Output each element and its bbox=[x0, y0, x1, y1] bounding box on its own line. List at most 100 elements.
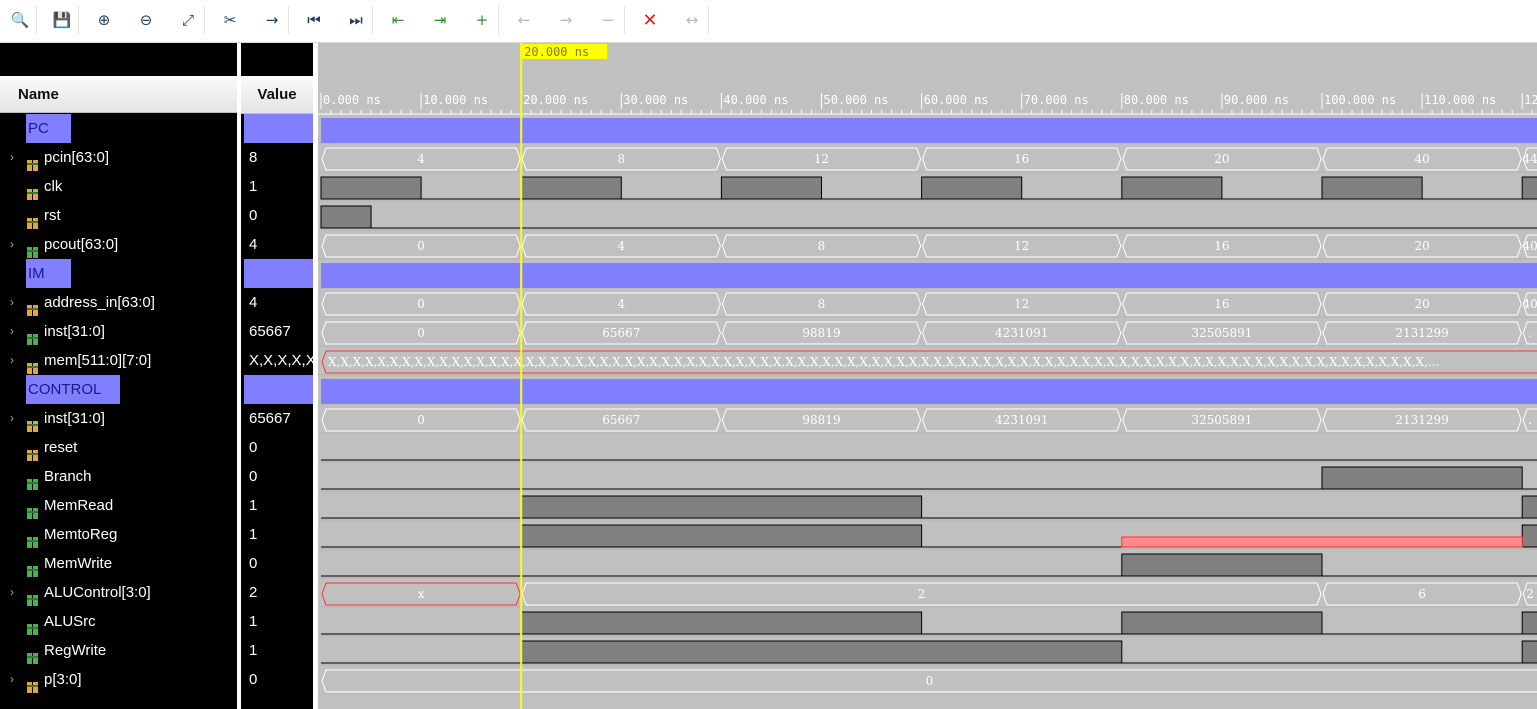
bus-signal-icon bbox=[27, 413, 38, 432]
snap-icon[interactable]: ↔ bbox=[680, 8, 704, 32]
signal-row[interactable]: MemWrite bbox=[0, 549, 237, 578]
go-to-cursor-icon[interactable]: → bbox=[260, 8, 284, 32]
signal-row[interactable]: reset bbox=[0, 433, 237, 462]
bus-value-label: . bbox=[1528, 326, 1532, 340]
zoom-in-icon[interactable]: ⊕ bbox=[92, 8, 116, 32]
expand-chevron-icon[interactable]: › bbox=[10, 404, 14, 433]
add-marker-icon[interactable]: + bbox=[470, 8, 494, 32]
bit-signal-icon bbox=[27, 210, 38, 229]
save-icon[interactable]: 💾 bbox=[50, 8, 74, 32]
bus-value-label: 4231091 bbox=[995, 326, 1048, 340]
bus-value-label: 4 bbox=[417, 152, 425, 166]
expand-chevron-icon[interactable]: › bbox=[10, 230, 14, 259]
signal-row[interactable]: Branch bbox=[0, 462, 237, 491]
signal-row[interactable]: RegWrite bbox=[0, 636, 237, 665]
signal-row[interactable]: › address_in[63:0] bbox=[0, 288, 237, 317]
go-to-start-icon[interactable]: ⏮ bbox=[302, 8, 326, 32]
signal-name: rst bbox=[44, 207, 61, 224]
go-to-end-icon[interactable]: ⏭ bbox=[344, 8, 368, 32]
waveform-area[interactable]: 0.000 ns 10.000 ns 20.000 ns 30.000 ns 40.00… bbox=[318, 43, 1537, 709]
bus-value-label: X,X,X,X,X,X,X,X,X,X,X,X,X,X,X,X,X,X,X,X,… bbox=[328, 355, 1439, 369]
expand-chevron-icon[interactable]: › bbox=[10, 288, 14, 317]
next-transition-icon[interactable]: ⇥ bbox=[428, 8, 452, 32]
signal-row[interactable]: MemRead bbox=[0, 491, 237, 520]
bus-signal-icon bbox=[27, 674, 38, 693]
signal-name: p[3:0] bbox=[44, 671, 82, 688]
ruler-tick-label: 30.000 ns bbox=[623, 93, 688, 107]
signal-row[interactable]: rst bbox=[0, 201, 237, 230]
bus-value-label: 12 bbox=[814, 152, 829, 166]
value-column-header[interactable]: Value bbox=[241, 76, 313, 114]
previous-transition-icon[interactable]: ⇤ bbox=[386, 8, 410, 32]
signal-value: 0 bbox=[249, 671, 258, 688]
high-pulse bbox=[1121, 176, 1223, 200]
signal-row[interactable]: › pcout[63:0] bbox=[0, 230, 237, 259]
zoom-fit-icon[interactable]: ⤢ bbox=[176, 8, 200, 32]
ruler-tick-label: 100.000 ns bbox=[1324, 93, 1396, 107]
ruler-tick-label: 110.000 ns bbox=[1424, 93, 1496, 107]
signal-row[interactable]: › mem[511:0][7:0] bbox=[0, 346, 237, 375]
bus-value-label: 20 bbox=[1414, 239, 1429, 253]
group-band bbox=[321, 379, 1537, 404]
bus-value-label: 32505891 bbox=[1191, 326, 1252, 340]
expand-chevron-icon[interactable]: › bbox=[10, 317, 14, 346]
ruler-tick-label: 50.000 ns bbox=[824, 93, 889, 107]
signal-value: 4 bbox=[249, 236, 258, 253]
group-control[interactable]: CONTROL bbox=[26, 375, 120, 404]
signal-row[interactable]: › pcin[63:0] bbox=[0, 143, 237, 172]
bit-signal-icon bbox=[27, 645, 38, 664]
bus-value-label: 12 bbox=[1014, 239, 1029, 253]
cursor-time-label: 20.000 ns bbox=[524, 45, 589, 59]
high-pulse bbox=[320, 205, 372, 229]
high-pulse bbox=[520, 640, 1123, 664]
bus-value-label: 4 bbox=[617, 239, 625, 253]
expand-chevron-icon[interactable]: › bbox=[10, 143, 14, 172]
signal-value: X,X,X,X,X,X,X bbox=[249, 352, 313, 369]
toolbar-separator bbox=[624, 6, 625, 34]
signal-row[interactable]: › ALUControl[3:0] bbox=[0, 578, 237, 607]
expand-chevron-icon[interactable]: › bbox=[10, 578, 14, 607]
group-pc[interactable]: PC bbox=[26, 114, 71, 143]
name-column-header[interactable]: Name bbox=[0, 76, 237, 113]
next-marker-icon[interactable]: → bbox=[554, 8, 578, 32]
signal-name: clk bbox=[44, 178, 63, 195]
zoom-out-icon[interactable]: ⊖ bbox=[134, 8, 158, 32]
bus-value-label: 8 bbox=[818, 239, 826, 253]
previous-marker-icon[interactable]: ← bbox=[512, 8, 536, 32]
group-value bbox=[244, 114, 313, 143]
signal-value: 1 bbox=[249, 642, 258, 659]
ruler-tick-label: 80.000 ns bbox=[1124, 93, 1189, 107]
signal-name: MemtoReg bbox=[44, 526, 118, 543]
signal-value: 0 bbox=[249, 468, 258, 485]
expand-chevron-icon[interactable]: › bbox=[10, 665, 14, 694]
expand-chevron-icon[interactable]: › bbox=[10, 346, 14, 375]
signal-row[interactable]: MemtoReg bbox=[0, 520, 237, 549]
signal-row[interactable]: › p[3:0] bbox=[0, 665, 237, 694]
signal-name: pcin[63:0] bbox=[44, 149, 110, 166]
swap-cursor-icon[interactable]: ✂ bbox=[218, 8, 242, 32]
bus-value-label: x bbox=[418, 587, 425, 601]
ruler-tick-label: 12 bbox=[1524, 93, 1537, 107]
bus-value-label: 0 bbox=[926, 674, 934, 688]
remove-marker-icon[interactable]: − bbox=[596, 8, 620, 32]
signal-value: 0 bbox=[249, 439, 258, 456]
toolbar-separator bbox=[204, 6, 205, 34]
bus-value-label: 40 bbox=[1414, 152, 1429, 166]
bus-signal-icon bbox=[27, 152, 38, 171]
waveform-canvas[interactable]: 0.000 ns 10.000 ns 20.000 ns 30.000 ns 40.00… bbox=[318, 43, 1537, 709]
signal-row[interactable]: › inst[31:0] bbox=[0, 404, 237, 433]
signal-row[interactable]: clk bbox=[0, 172, 237, 201]
signal-value: 1 bbox=[249, 613, 258, 630]
signal-name: inst[31:0] bbox=[44, 323, 105, 340]
signal-row[interactable]: › inst[31:0] bbox=[0, 317, 237, 346]
toolbar-separator bbox=[36, 6, 37, 34]
bit-signal-icon bbox=[27, 616, 38, 635]
group-im[interactable]: IM bbox=[26, 259, 71, 288]
bus-value-label: 16 bbox=[1014, 152, 1029, 166]
x-state-region bbox=[1121, 536, 1523, 548]
bus-value-label: 32505891 bbox=[1191, 413, 1252, 427]
search-icon[interactable]: 🔍 bbox=[8, 8, 32, 32]
bus-value-label: 2 bbox=[1526, 587, 1534, 601]
signal-row[interactable]: ALUSrc bbox=[0, 607, 237, 636]
delete-icon[interactable]: ✕ bbox=[638, 8, 662, 32]
